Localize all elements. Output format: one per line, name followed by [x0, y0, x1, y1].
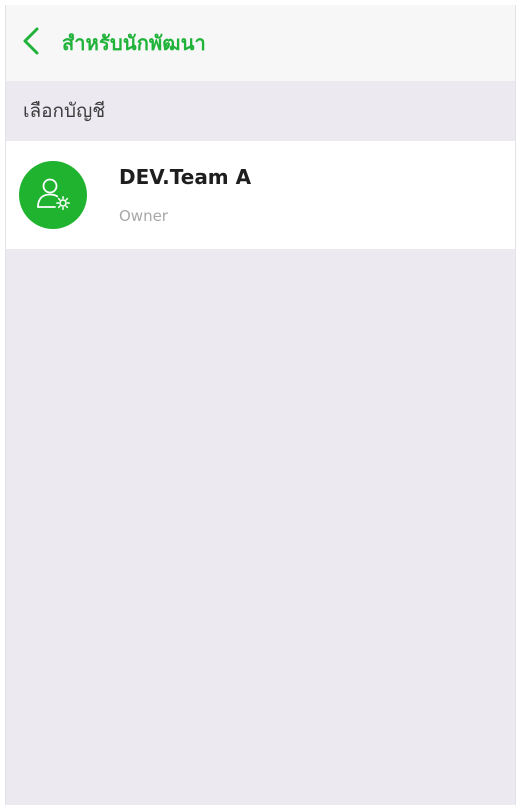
user-gear-icon: [33, 173, 73, 217]
app-window: สำหรับนักพัฒนา เลือกบัญชี DEV.Team A Own…: [5, 5, 516, 805]
page-title: สำหรับนักพัฒนา: [62, 31, 206, 55]
account-text: DEV.Team A Owner: [119, 165, 251, 225]
empty-list-area: [6, 249, 515, 805]
screen: สำหรับนักพัฒนา เลือกบัญชี DEV.Team A Own…: [0, 0, 520, 805]
back-button[interactable]: [14, 18, 48, 68]
account-list-item[interactable]: DEV.Team A Owner: [6, 141, 515, 249]
account-role: Owner: [119, 207, 168, 225]
chevron-left-icon: [22, 26, 40, 60]
section-header: เลือกบัญชี: [23, 100, 106, 122]
avatar: [19, 161, 87, 229]
account-name: DEV.Team A: [119, 165, 252, 189]
navigation-bar: สำหรับนักพัฒนา: [6, 5, 515, 81]
